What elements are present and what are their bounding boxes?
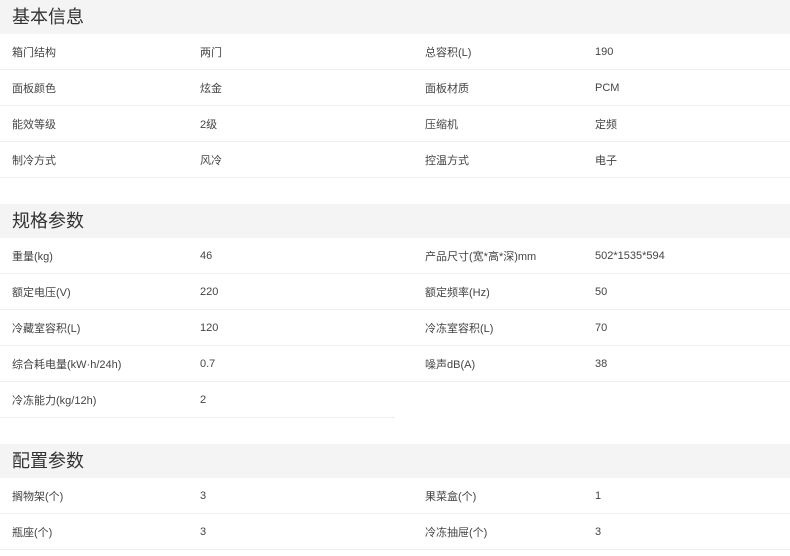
- spec-value: 38: [595, 357, 608, 370]
- spec-row: 搁物架(个) 3: [0, 478, 395, 514]
- spec-label: 箱门结构: [12, 46, 56, 59]
- spec-row: 额定频率(Hz) 50: [395, 274, 790, 310]
- spec-row: 冷藏室容积(L) 120: [0, 310, 395, 346]
- section-title: 规格参数: [0, 204, 790, 238]
- spec-row: 额定电压(V) 220: [0, 274, 395, 310]
- spec-value: 定频: [595, 118, 617, 131]
- spec-value: 风冷: [200, 154, 222, 167]
- spec-value: 3: [595, 525, 602, 538]
- spec-label: 综合耗电量(kW·h/24h): [12, 358, 122, 371]
- section-title: 基本信息: [0, 0, 790, 34]
- spec-value: 1: [595, 489, 602, 502]
- section-specifications: 规格参数 重量(kg) 46 产品尺寸(宽*高*深)mm 502*1535*59…: [0, 204, 790, 418]
- spec-row: 噪声dB(A) 38: [395, 346, 790, 382]
- spec-row: 瓶座(个) 3: [0, 514, 395, 550]
- spec-value: 120: [200, 321, 219, 334]
- spec-row: 冷冻抽屉(个) 3: [395, 514, 790, 550]
- section-title: 配置参数: [0, 444, 790, 478]
- spec-label: 冷冻抽屉(个): [425, 526, 488, 539]
- spec-label: 总容积(L): [425, 46, 472, 59]
- spec-row: 总容积(L) 190: [395, 34, 790, 70]
- spec-label: 能效等级: [12, 118, 56, 131]
- spec-page: 基本信息 箱门结构 两门 总容积(L) 190 面板颜色 炫金 面板材质 PCM…: [0, 0, 790, 550]
- spec-label: 噪声dB(A): [425, 358, 476, 371]
- spec-row: 制冷方式 风冷: [0, 142, 395, 178]
- spec-value: 2级: [200, 118, 218, 131]
- spec-row: 冷冻能力(kg/12h) 2: [0, 382, 395, 418]
- spec-row: 控温方式 电子: [395, 142, 790, 178]
- spec-row: 箱门结构 两门: [0, 34, 395, 70]
- spec-row: 重量(kg) 46: [0, 238, 395, 274]
- spec-label: 冷冻能力(kg/12h): [12, 394, 97, 407]
- section-basic-info: 基本信息 箱门结构 两门 总容积(L) 190 面板颜色 炫金 面板材质 PCM…: [0, 0, 790, 178]
- spec-table: 箱门结构 两门 总容积(L) 190 面板颜色 炫金 面板材质 PCM 能效等级…: [0, 34, 790, 178]
- spec-row: 面板材质 PCM: [395, 70, 790, 106]
- spec-label: 压缩机: [425, 118, 458, 131]
- spec-label: 面板颜色: [12, 82, 56, 95]
- spec-label: 重量(kg): [12, 250, 53, 263]
- spec-value: 两门: [200, 46, 222, 59]
- spec-label: 额定电压(V): [12, 286, 71, 299]
- spec-label: 控温方式: [425, 154, 469, 167]
- spec-value: 220: [200, 285, 219, 298]
- spec-value: 190: [595, 45, 614, 58]
- spec-row: 压缩机 定频: [395, 106, 790, 142]
- spec-value: 电子: [595, 154, 617, 167]
- spec-label: 产品尺寸(宽*高*深)mm: [425, 250, 537, 263]
- spec-value: 3: [200, 525, 207, 538]
- spec-value: 2: [200, 393, 207, 406]
- spec-label: 制冷方式: [12, 154, 56, 167]
- spec-row: 冷冻室容积(L) 70: [395, 310, 790, 346]
- spec-value: 46: [200, 249, 213, 262]
- spec-label: 面板材质: [425, 82, 469, 95]
- spec-row: 能效等级 2级: [0, 106, 395, 142]
- spec-label: 搁物架(个): [12, 490, 64, 503]
- spec-value: 炫金: [200, 82, 222, 95]
- spec-value: 70: [595, 321, 608, 334]
- spec-row: 综合耗电量(kW·h/24h) 0.7: [0, 346, 395, 382]
- spec-label: 冷藏室容积(L): [12, 322, 81, 335]
- spec-value: 3: [200, 489, 207, 502]
- section-configuration: 配置参数 搁物架(个) 3 果菜盒(个) 1 瓶座(个) 3 冷冻抽屉(个) 3: [0, 444, 790, 550]
- spec-value: PCM: [595, 81, 620, 94]
- spec-row: 果菜盒(个) 1: [395, 478, 790, 514]
- spec-table: 搁物架(个) 3 果菜盒(个) 1 瓶座(个) 3 冷冻抽屉(个) 3: [0, 478, 790, 550]
- spec-value: 50: [595, 285, 608, 298]
- spec-row: 面板颜色 炫金: [0, 70, 395, 106]
- spec-value: 0.7: [200, 357, 216, 370]
- spec-row: 产品尺寸(宽*高*深)mm 502*1535*594: [395, 238, 790, 274]
- spec-row-empty: [395, 382, 790, 418]
- spec-label: 额定频率(Hz): [425, 286, 490, 299]
- spec-table: 重量(kg) 46 产品尺寸(宽*高*深)mm 502*1535*594 额定电…: [0, 238, 790, 418]
- spec-label: 冷冻室容积(L): [425, 322, 494, 335]
- spec-label: 瓶座(个): [12, 526, 53, 539]
- spec-label: 果菜盒(个): [425, 490, 477, 503]
- spec-value: 502*1535*594: [595, 249, 665, 262]
